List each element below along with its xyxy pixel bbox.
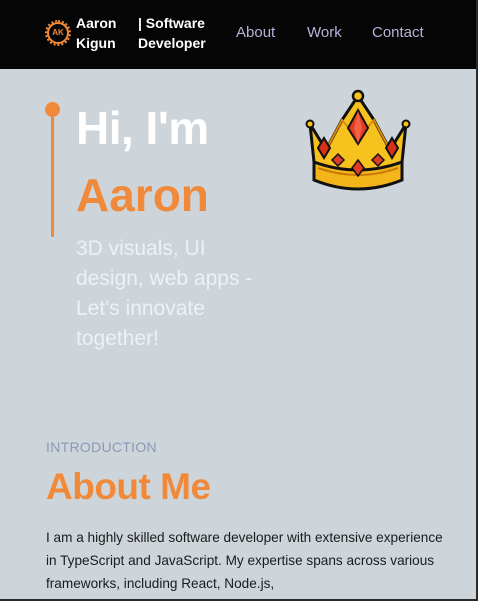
about-paragraph: I am a highly skilled software developer… <box>46 530 443 591</box>
nav-link-contact[interactable]: Contact <box>372 24 424 41</box>
section-title: About Me <box>46 466 211 507</box>
hero-greeting: Hi, I'm <box>76 102 209 154</box>
navbar: AK Aaron Kigun | Software Developer Abou… <box>0 0 476 69</box>
hero-name: Aaron <box>76 169 209 221</box>
hero-tagline: 3D visuals, UI design, web apps - Let's … <box>76 237 253 350</box>
nav-link-work[interactable]: Work <box>307 24 342 41</box>
nav-link-about[interactable]: About <box>236 24 275 41</box>
brand-name[interactable]: Aaron Kigun <box>76 13 126 53</box>
logo-badge[interactable]: AK <box>45 20 71 46</box>
page-frame: AK Aaron Kigun | Software Developer Abou… <box>0 0 478 601</box>
section-eyebrow: INTRODUCTION <box>46 439 157 455</box>
brand-role: | Software Developer <box>138 15 206 51</box>
crown-icon <box>305 89 411 191</box>
hero-accent-line <box>51 110 54 237</box>
